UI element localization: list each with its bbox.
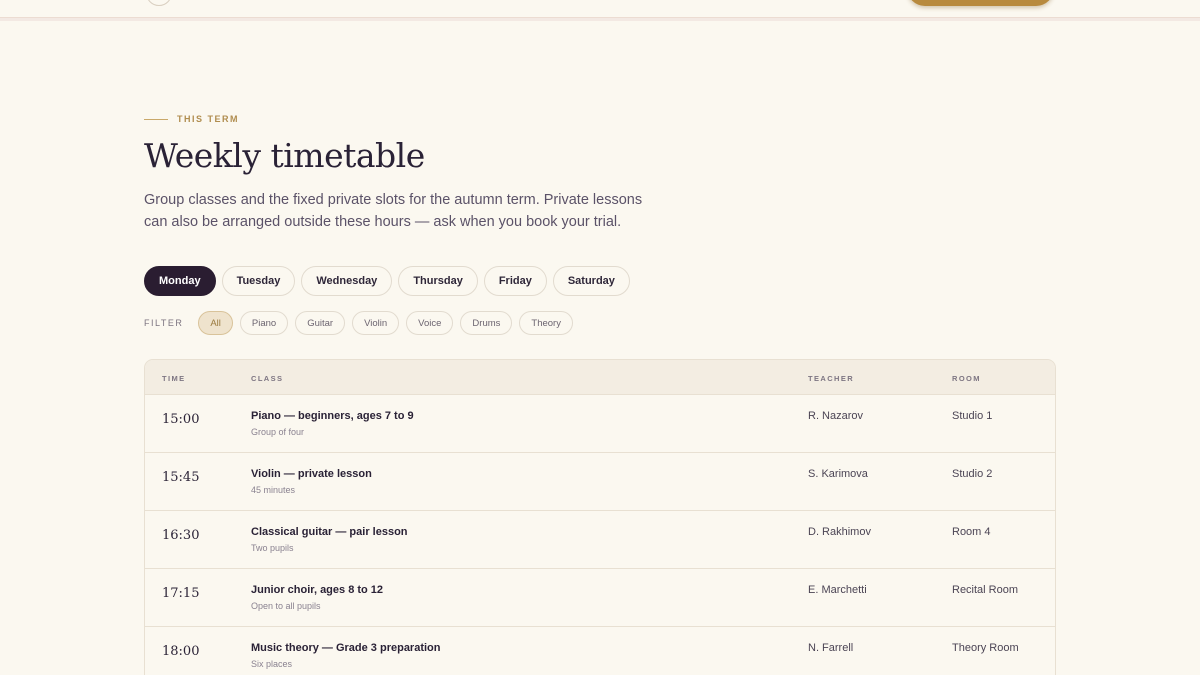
row-class: Classical guitar — pair lesson Two pupil… (251, 526, 408, 553)
column-header-class: CLASS (251, 374, 284, 383)
class-name: Violin — private lesson (251, 468, 372, 480)
tab-saturday[interactable]: Saturday (552, 266, 630, 296)
column-header-teacher: TEACHER (808, 374, 855, 383)
table-row: 18:00 Music theory — Grade 3 preparation… (145, 627, 1055, 675)
row-time: 16:30 (162, 528, 200, 543)
site-header (0, 0, 1200, 18)
tab-monday[interactable]: Monday (144, 266, 216, 296)
eyebrow-label: THIS TERM (177, 114, 239, 124)
row-time: 15:00 (162, 412, 200, 427)
row-class: Junior choir, ages 8 to 12 Open to all p… (251, 584, 383, 611)
row-teacher: E. Marchetti (808, 584, 867, 596)
logo-icon[interactable] (146, 0, 172, 6)
class-name: Piano — beginners, ages 7 to 9 (251, 410, 414, 422)
filter-bar: FILTER All Piano Guitar Violin Voice Dru… (144, 311, 573, 335)
row-class: Violin — private lesson 45 minutes (251, 468, 372, 495)
row-room: Theory Room (952, 642, 1019, 654)
table-row: 16:30 Classical guitar — pair lesson Two… (145, 511, 1055, 569)
column-header-time: TIME (162, 374, 186, 383)
eyebrow: THIS TERM (144, 114, 239, 124)
row-class: Music theory — Grade 3 preparation Six p… (251, 642, 441, 669)
day-tabs: Monday Tuesday Wednesday Thursday Friday… (144, 266, 630, 296)
row-teacher: R. Nazarov (808, 410, 864, 422)
page-intro: Group classes and the fixed private slot… (144, 192, 643, 230)
filter-chip-drums[interactable]: Drums (460, 311, 513, 335)
table-row: 17:15 Junior choir, ages 8 to 12 Open to… (145, 569, 1055, 627)
class-name: Junior choir, ages 8 to 12 (251, 584, 384, 596)
row-room: Studio 1 (952, 410, 993, 422)
row-time: 15:45 (162, 470, 200, 485)
filter-label: FILTER (144, 318, 184, 328)
class-note: Group of four (251, 427, 305, 437)
class-note: Six places (251, 659, 293, 669)
book-trial-button[interactable] (907, 0, 1054, 6)
class-note: 45 minutes (251, 485, 296, 495)
row-time: 18:00 (162, 644, 200, 659)
filter-chip-violin[interactable]: Violin (352, 311, 400, 335)
row-teacher: D. Rakhimov (808, 526, 871, 538)
table-header: TIME CLASS TEACHER ROOM (145, 360, 1055, 395)
filter-chip-piano[interactable]: Piano (239, 311, 289, 335)
filter-chip-voice[interactable]: Voice (406, 311, 454, 335)
class-name: Music theory — Grade 3 preparation (251, 642, 441, 654)
class-note: Two pupils (251, 543, 294, 553)
row-room: Room 4 (952, 526, 991, 538)
class-note: Open to all pupils (251, 601, 321, 611)
table-row: 15:00 Piano — beginners, ages 7 to 9 Gro… (145, 395, 1055, 453)
timetable: TIME CLASS TEACHER ROOM 15:00 Piano — be… (144, 359, 1056, 675)
filter-chip-all[interactable]: All (198, 311, 233, 335)
page-title: Weekly timetable (144, 136, 425, 175)
class-name: Classical guitar — pair lesson (251, 526, 408, 538)
filter-chip-theory[interactable]: Theory (519, 311, 573, 335)
tab-tuesday[interactable]: Tuesday (221, 266, 296, 296)
table-row: 15:45 Violin — private lesson 45 minutes… (145, 453, 1055, 511)
tab-wednesday[interactable]: Wednesday (301, 266, 393, 296)
row-teacher: N. Farrell (808, 642, 854, 654)
row-time: 17:15 (162, 586, 200, 601)
row-room: Recital Room (952, 584, 1019, 596)
tab-thursday[interactable]: Thursday (398, 266, 478, 296)
row-room: Studio 2 (952, 468, 993, 480)
eyebrow-rule (144, 118, 168, 120)
row-class: Piano — beginners, ages 7 to 9 Group of … (251, 410, 414, 437)
tab-friday[interactable]: Friday (483, 266, 547, 296)
row-teacher: S. Karimova (808, 468, 868, 480)
filter-chip-guitar[interactable]: Guitar (295, 311, 346, 335)
column-header-room: ROOM (952, 374, 981, 383)
